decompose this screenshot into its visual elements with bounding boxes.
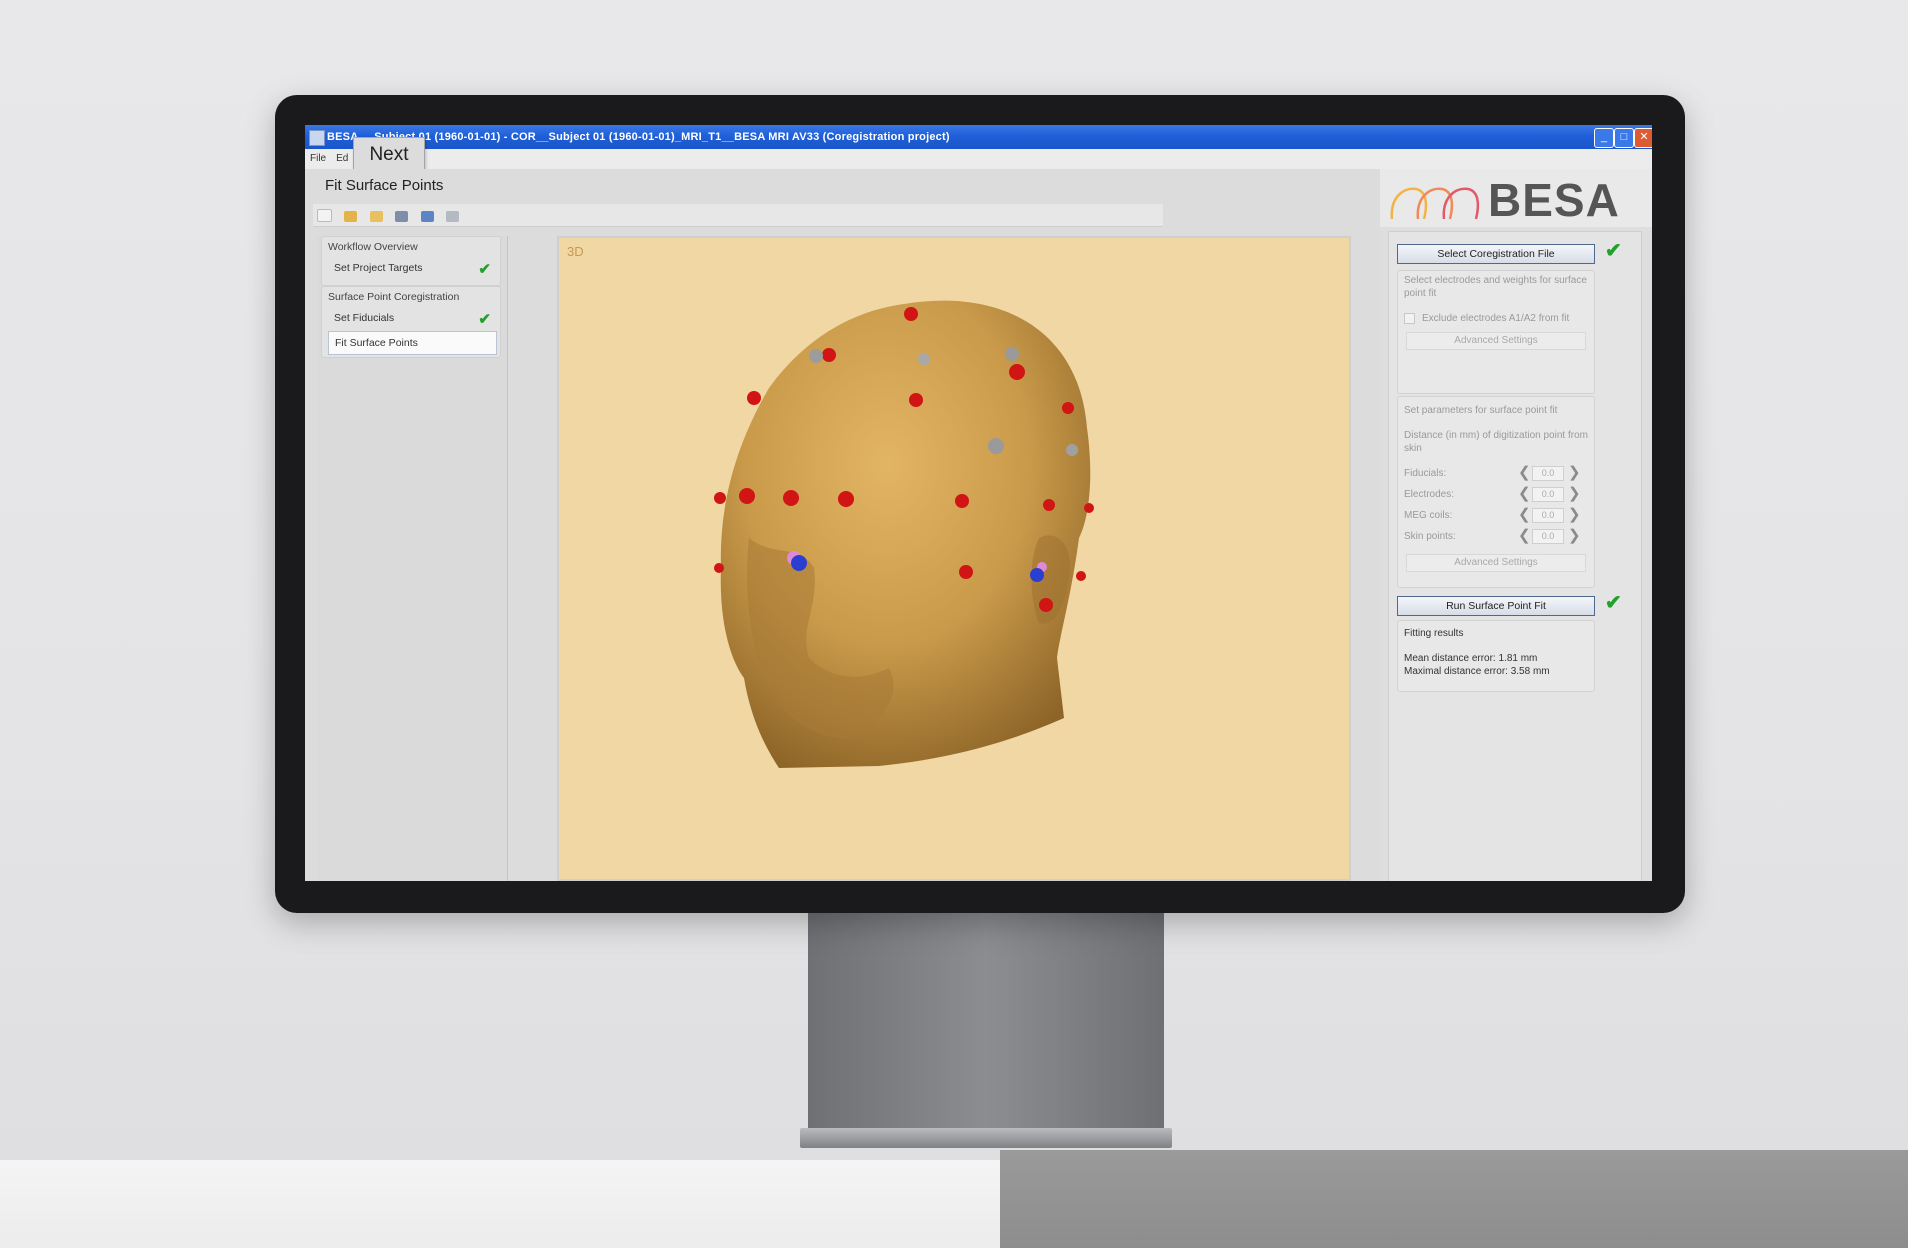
skin-points-stepper[interactable]: ❮ 0.0 ❯	[1512, 526, 1584, 546]
folder-icon[interactable]	[369, 211, 383, 222]
undo-icon[interactable]	[446, 211, 460, 222]
desk-surface-shadow	[1000, 1150, 1908, 1248]
max-distance-error: Maximal distance error: 3.58 mm	[1404, 666, 1550, 677]
increment-icon[interactable]: ❯	[1568, 526, 1581, 546]
next-tooltip: Next	[353, 137, 425, 173]
menu-edit[interactable]: Ed	[331, 149, 353, 169]
minimize-icon[interactable]: _	[1594, 128, 1614, 148]
main-area: Fit Surface Points Workflow Overview Set…	[305, 169, 1652, 881]
decrement-icon[interactable]: ❮	[1518, 505, 1531, 525]
menu-file[interactable]: File	[305, 149, 331, 169]
surface-coregistration-group: Surface Point Coregistration Set Fiducia…	[321, 286, 501, 358]
checkmark-icon: ✔	[478, 311, 491, 328]
3d-view[interactable]: 3D	[557, 236, 1351, 881]
workflow-panel: Workflow Overview Set Project Targets ✔ …	[317, 236, 508, 881]
mean-distance-error: Mean distance error: 1.81 mm	[1404, 653, 1538, 664]
checkmark-icon: ✔	[1605, 592, 1622, 614]
increment-icon[interactable]: ❯	[1568, 463, 1581, 483]
open-folder-icon[interactable]	[344, 211, 358, 222]
set-params-text: Set parameters for surface point fit	[1404, 405, 1558, 416]
advanced-settings-button-1[interactable]: Advanced Settings	[1406, 332, 1586, 350]
app-icon	[309, 130, 325, 146]
monitor-stand-foot	[800, 1128, 1172, 1148]
checkmark-icon: ✔	[478, 261, 491, 278]
page-title: Fit Surface Points	[325, 177, 444, 194]
monitor-stand	[808, 910, 1164, 1142]
workflow-item-fit-surface-points[interactable]: Fit Surface Points	[328, 331, 497, 355]
monitor-screen: BESA ... Subject 01 (1960-01-01) - COR__…	[305, 125, 1652, 881]
surface-coregistration-title: Surface Point Coregistration	[328, 291, 460, 303]
electrodes-stepper[interactable]: ❮ 0.0 ❯	[1512, 484, 1584, 504]
workflow-item-label: Set Fiducials	[334, 312, 395, 324]
export-icon[interactable]	[420, 211, 434, 222]
param-row-meg-coils: MEG coils: ❮ 0.0 ❯	[1398, 506, 1594, 527]
workflow-overview-title: Workflow Overview	[328, 241, 418, 253]
logo-area: BESA	[1380, 169, 1652, 227]
window-title-bar[interactable]: BESA ... Subject 01 (1960-01-01) - COR__…	[305, 125, 1652, 149]
workflow-item-label: Fit Surface Points	[335, 337, 418, 349]
fiducials-stepper[interactable]: ❮ 0.0 ❯	[1512, 463, 1584, 483]
meg-coils-stepper[interactable]: ❮ 0.0 ❯	[1512, 505, 1584, 525]
select-electrodes-text: Select electrodes and weights for surfac…	[1404, 275, 1587, 299]
fiducials-value[interactable]: 0.0	[1532, 466, 1564, 481]
increment-icon[interactable]: ❯	[1568, 505, 1581, 525]
param-label: MEG coils:	[1404, 510, 1453, 521]
run-surface-point-fit-button[interactable]: Run Surface Point Fit	[1397, 596, 1595, 616]
fitting-results-box: Fitting results Mean distance error: 1.8…	[1397, 620, 1595, 692]
workflow-item-label: Set Project Targets	[334, 262, 423, 274]
exclude-checkbox-label: Exclude electrodes A1/A2 from fit	[1422, 313, 1570, 324]
maximize-icon[interactable]: □	[1614, 128, 1634, 148]
save-icon[interactable]	[395, 211, 409, 222]
new-file-icon[interactable]	[317, 209, 332, 222]
workflow-item-set-project-targets[interactable]: Set Project Targets ✔	[328, 257, 497, 279]
close-icon[interactable]: ✕	[1634, 128, 1652, 148]
param-label: Skin points:	[1404, 531, 1456, 542]
electrodes-value[interactable]: 0.0	[1532, 487, 1564, 502]
checkmark-icon: ✔	[1605, 240, 1622, 262]
param-row-electrodes: Electrodes: ❮ 0.0 ❯	[1398, 485, 1594, 506]
head-model	[714, 300, 1094, 768]
decrement-icon[interactable]: ❮	[1518, 463, 1531, 483]
advanced-settings-button-2[interactable]: Advanced Settings	[1406, 554, 1586, 572]
distance-text: Distance (in mm) of digitization point f…	[1404, 430, 1588, 454]
parameters-box: Set parameters for surface point fit Dis…	[1397, 396, 1595, 588]
exclude-a1a2-row[interactable]: Exclude electrodes A1/A2 from fit	[1398, 309, 1594, 328]
desk-surface	[0, 1160, 1000, 1248]
right-panel: BESA Select Coregistration File ✔ Select…	[1380, 169, 1652, 881]
workflow-item-set-fiducials[interactable]: Set Fiducials ✔	[328, 307, 497, 329]
menu-bar: File Ed	[305, 149, 1652, 169]
besa-logo: BESA	[1488, 174, 1620, 226]
decrement-icon[interactable]: ❮	[1518, 484, 1531, 504]
meg-coils-value[interactable]: 0.0	[1532, 508, 1564, 523]
besa-heads-logo-icon	[1390, 187, 1480, 220]
workflow-overview-group: Workflow Overview Set Project Targets ✔	[321, 236, 501, 286]
skin-points-value[interactable]: 0.0	[1532, 529, 1564, 544]
param-label: Electrodes:	[1404, 489, 1455, 500]
fit-settings-panel: Select Coregistration File ✔ Select elec…	[1388, 231, 1642, 881]
param-row-skin-points: Skin points: ❮ 0.0 ❯	[1398, 527, 1594, 548]
toolbar	[313, 204, 1163, 227]
select-coregistration-file-button[interactable]: Select Coregistration File	[1397, 244, 1595, 264]
decrement-icon[interactable]: ❮	[1518, 526, 1531, 546]
fitting-results-title: Fitting results	[1404, 628, 1464, 639]
param-row-fiducials: Fiducials: ❮ 0.0 ❯	[1398, 464, 1594, 485]
electrode-selection-box: Select electrodes and weights for surfac…	[1397, 270, 1595, 394]
exclude-checkbox[interactable]	[1404, 313, 1415, 324]
param-label: Fiducials:	[1404, 468, 1447, 479]
increment-icon[interactable]: ❯	[1568, 484, 1581, 504]
